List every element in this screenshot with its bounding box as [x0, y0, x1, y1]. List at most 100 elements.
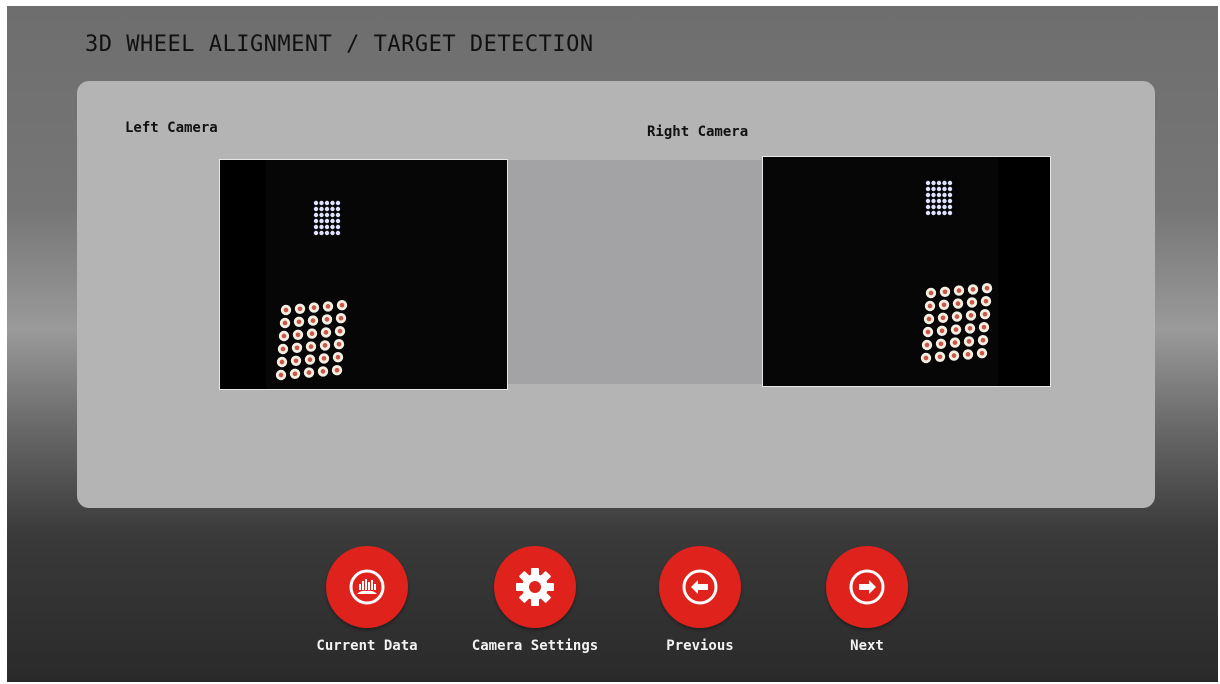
- target-dot: [931, 180, 936, 186]
- target-dot-center: [280, 346, 286, 352]
- target-dot-center: [940, 315, 946, 321]
- target-dot-center: [927, 303, 933, 309]
- target-dot: [319, 230, 324, 236]
- camera-panel: Left Camera Right Camera: [77, 81, 1155, 508]
- target-dot-center: [311, 305, 317, 310]
- target-dot: [925, 180, 931, 186]
- target-dot-center: [952, 340, 958, 345]
- right-camera-image: [763, 157, 1050, 386]
- target-dot-center: [292, 371, 298, 377]
- target-dot: [319, 212, 324, 218]
- next-button[interactable]: Next: [787, 546, 947, 654]
- target-dot: [947, 198, 953, 204]
- target-dot: [947, 186, 953, 192]
- next-label: Next: [850, 638, 884, 654]
- target-dot-center: [981, 324, 987, 330]
- right-camera-label: Right Camera: [647, 124, 749, 140]
- target-dot: [313, 200, 319, 206]
- target-dot-center: [979, 350, 985, 356]
- target-dot-center: [980, 337, 986, 343]
- target-dot-center: [279, 359, 285, 365]
- target-dot-center: [310, 318, 316, 323]
- target-dot: [931, 192, 936, 198]
- target-dot-center: [325, 304, 331, 309]
- target-dot-center: [969, 300, 975, 305]
- target-dot-center: [334, 367, 340, 373]
- target-dot-center: [323, 330, 329, 335]
- target-dot: [942, 204, 947, 210]
- target-dot: [335, 224, 341, 230]
- target-dot: [942, 198, 947, 204]
- camera-settings-label: Camera Settings: [471, 638, 599, 654]
- target-dot: [925, 192, 931, 198]
- target-dot-center: [983, 298, 989, 304]
- target-dot: [324, 224, 330, 230]
- target-dot: [335, 212, 341, 218]
- target-dot: [925, 186, 931, 192]
- target-dot-center: [941, 302, 947, 308]
- target-dot-center: [295, 332, 301, 338]
- target-dot: [330, 206, 335, 212]
- target-dot-center: [320, 369, 326, 374]
- previous-icon-circle[interactable]: [659, 546, 741, 628]
- target-dot: [313, 224, 319, 230]
- target-dot-center: [955, 301, 961, 306]
- target-dot: [947, 204, 953, 210]
- target-dot: [335, 200, 341, 206]
- target-dot: [313, 212, 319, 218]
- target-dot: [942, 210, 947, 216]
- right-camera-view: [762, 156, 1051, 387]
- previous-button[interactable]: Previous: [620, 546, 780, 654]
- next-icon-circle[interactable]: [826, 546, 908, 628]
- left-camera-image: [220, 160, 507, 389]
- target-dot-center: [939, 328, 945, 334]
- target-dot: [324, 206, 330, 212]
- target-dot-center: [337, 328, 343, 334]
- target-dot: [319, 200, 324, 206]
- target-dot: [335, 218, 341, 224]
- target-dot: [942, 180, 947, 186]
- target-dot-center: [937, 354, 943, 360]
- target-dot-center: [294, 345, 300, 351]
- target-dot: [931, 186, 936, 192]
- target-dot: [319, 206, 324, 212]
- target-dot: [330, 230, 335, 236]
- current-data-label: Current Data: [316, 638, 418, 654]
- target-dot: [319, 224, 324, 230]
- target-dot-center: [339, 302, 345, 308]
- current-data-button[interactable]: Current Data: [287, 546, 447, 654]
- target-dot: [330, 200, 335, 206]
- target-dot: [313, 218, 319, 224]
- target-dot: [925, 210, 931, 216]
- camera-settings-button[interactable]: Camera Settings: [455, 546, 615, 654]
- target-dot: [925, 204, 931, 210]
- current-data-icon-circle[interactable]: [326, 546, 408, 628]
- camera-settings-icon-circle[interactable]: [494, 546, 576, 628]
- target-dot: [936, 204, 942, 210]
- target-dot: [324, 230, 330, 236]
- target-dot-center: [965, 352, 971, 357]
- target-dot: [324, 200, 330, 206]
- target-dot-center: [984, 285, 990, 291]
- target-dot-center: [281, 333, 287, 339]
- target-dot-center: [278, 372, 284, 378]
- target-dot-center: [951, 353, 957, 358]
- target-dot-center: [928, 290, 934, 296]
- target-dot-center: [926, 316, 932, 322]
- target-dot-center: [923, 355, 929, 361]
- target-dot-center: [283, 307, 289, 313]
- target-dot-center: [954, 314, 960, 319]
- target-dot-center: [324, 317, 330, 322]
- target-dot: [931, 204, 936, 210]
- target-dot: [936, 210, 942, 216]
- camera-gap: [507, 160, 762, 384]
- target-dot-center: [296, 319, 302, 325]
- target-dot: [947, 192, 953, 198]
- target-dot-center: [335, 354, 341, 360]
- target-dot-center: [293, 358, 299, 364]
- left-camera-label: Left Camera: [125, 120, 218, 136]
- chart-car-icon: [349, 569, 385, 605]
- target-dot-center: [322, 343, 328, 348]
- target-dot-center: [306, 370, 312, 375]
- target-dot-center: [956, 288, 962, 293]
